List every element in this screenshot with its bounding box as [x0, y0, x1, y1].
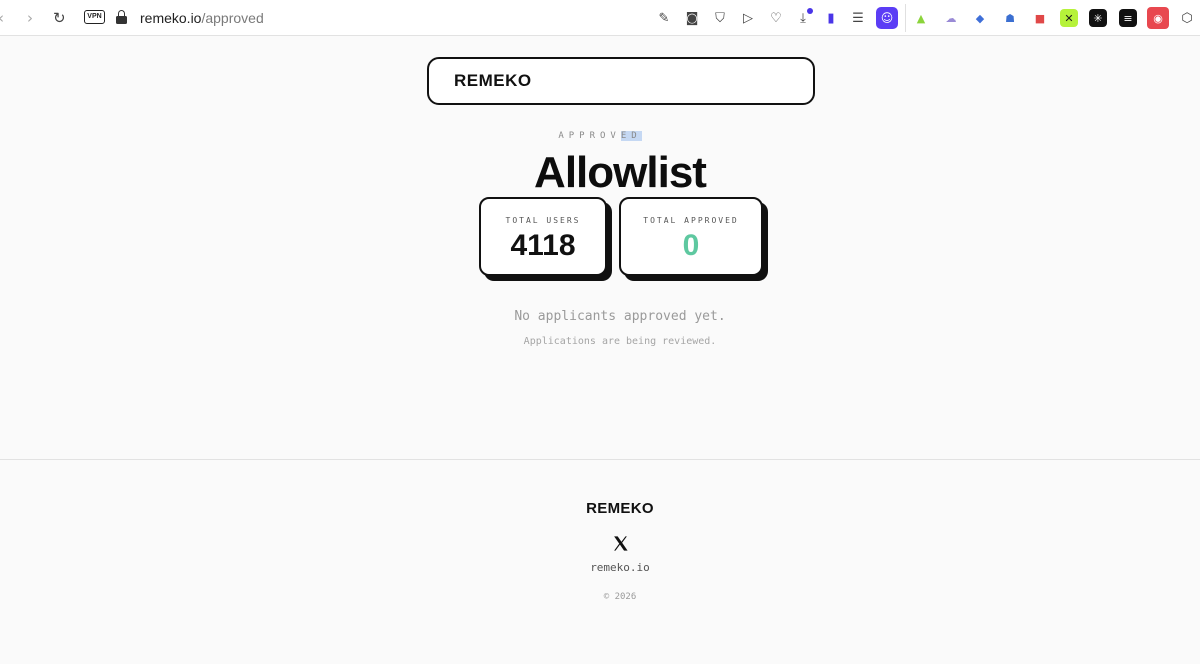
eyebrow-text: APPROV: [558, 131, 621, 141]
profile-icon[interactable]: ☺: [876, 7, 898, 29]
footer-link[interactable]: remeko.io: [0, 561, 1200, 574]
rabbit-extension-icon[interactable]: ◆: [971, 9, 989, 27]
play-icon[interactable]: ▷: [739, 9, 757, 27]
empty-state-submessage: Applications are being reviewed.: [523, 336, 717, 347]
reload-icon[interactable]: ↻: [53, 8, 66, 28]
heart-icon[interactable]: ♡: [767, 9, 785, 27]
dark-extension-icon[interactable]: ✳: [1089, 9, 1107, 27]
cloud-extension-icon[interactable]: ☁: [942, 9, 960, 27]
stat-card-total-users: TOTAL USERS 4118: [479, 197, 607, 276]
footer-brand[interactable]: REMEKO: [0, 500, 1200, 517]
menu-icon[interactable]: ☰: [849, 9, 867, 27]
footer-copyright: © 2026: [603, 592, 637, 602]
url-path: /approved: [201, 10, 264, 26]
browser-toolbar: ‹ › ↻ VPN remeko.io/approved ✎ ◙ ⛉ ▷ ♡ ⤓…: [0, 0, 1200, 36]
page-eyebrow: APPROVED: [0, 131, 1200, 141]
robot-extension-icon[interactable]: ☗: [1001, 9, 1019, 27]
page-title: Allowlist: [534, 148, 707, 197]
footer-divider: [0, 459, 1200, 460]
stat-card-total-approved: TOTAL APPROVED 0: [619, 197, 763, 276]
download-badge: [807, 8, 813, 14]
vpn-badge[interactable]: VPN: [84, 10, 105, 24]
stat-label: TOTAL APPROVED: [643, 216, 739, 225]
x-icon[interactable]: [612, 535, 629, 552]
url-host: remeko.io: [140, 10, 202, 26]
header-brand[interactable]: REMEKO: [454, 71, 532, 91]
green-extension-icon[interactable]: ✕: [1060, 9, 1078, 27]
battery-icon[interactable]: ▮: [822, 9, 840, 27]
stat-value: 4118: [510, 229, 576, 262]
forward-icon[interactable]: ›: [27, 8, 33, 28]
red-extension-icon[interactable]: ■: [1031, 9, 1049, 27]
header-bar: REMEKO: [427, 57, 815, 105]
stack-extension-icon[interactable]: ≡: [1119, 9, 1137, 27]
camera-icon[interactable]: ◙: [683, 9, 701, 27]
chart-extension-icon[interactable]: ▲: [912, 9, 930, 27]
edit-icon[interactable]: ✎: [655, 9, 673, 27]
stat-label: TOTAL USERS: [505, 216, 581, 225]
lock-icon[interactable]: [116, 10, 127, 24]
eyebrow-selection: ED: [620, 131, 642, 141]
fox-extension-icon[interactable]: ◉: [1147, 7, 1169, 29]
address-bar[interactable]: remeko.io/approved: [140, 9, 264, 27]
toolbar-divider: [905, 4, 906, 32]
empty-state-message: No applicants approved yet.: [514, 309, 726, 324]
back-icon[interactable]: ‹: [0, 8, 4, 28]
stat-value: 0: [682, 229, 700, 262]
cube-extension-icon[interactable]: ⬡: [1178, 9, 1196, 27]
shield-icon[interactable]: ⛉: [711, 9, 729, 27]
